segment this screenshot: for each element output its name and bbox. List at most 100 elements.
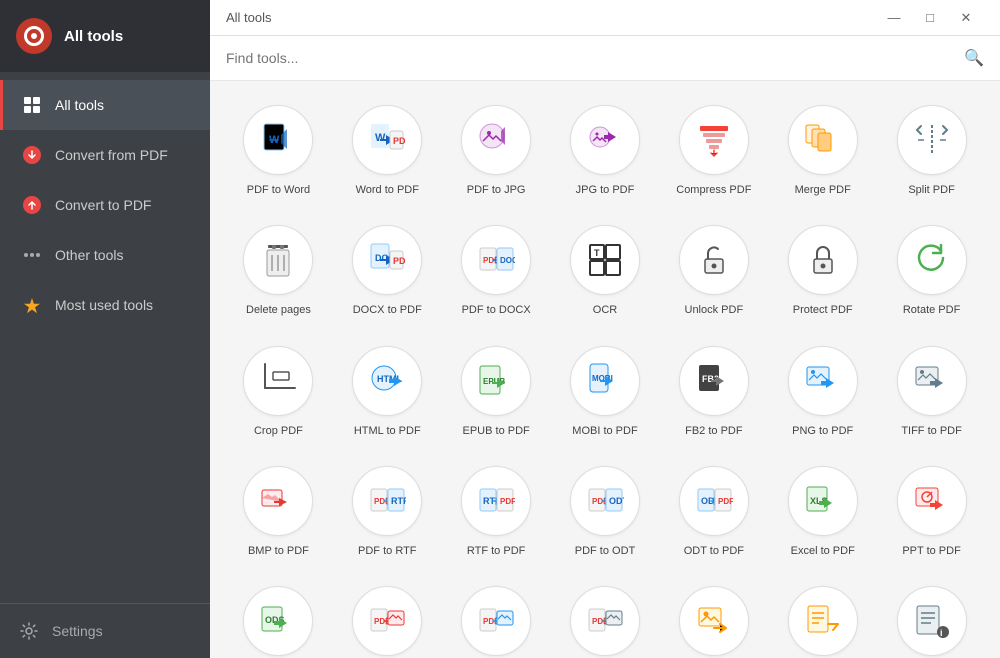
tool-icon-html-to-pdf: HTML <box>352 346 422 416</box>
maximize-button[interactable]: □ <box>912 0 948 36</box>
sidebar-item-most-used-tools[interactable]: Most used tools <box>0 280 210 330</box>
search-icon: 🔍 <box>964 48 984 68</box>
tool-icon-edit-metadata: i <box>897 586 967 656</box>
tools-grid: W PDF to Word WPDF Word to PDF PDF to JP… <box>210 81 1000 658</box>
search-input[interactable] <box>226 50 964 66</box>
tool-label-protect-pdf: Protect PDF <box>793 303 853 317</box>
tool-label-unlock-pdf: Unlock PDF <box>685 303 744 317</box>
sidebar-label-convert-from-pdf: Convert from PDF <box>55 147 168 163</box>
tool-icon-delete-pages <box>243 225 313 295</box>
tool-item-fb2-to-pdf[interactable]: FB2 FB2 to PDF <box>665 338 762 446</box>
window-title: All tools <box>226 10 272 25</box>
tool-item-ods-to-pdf[interactable]: ODS ODS to PDF <box>230 578 327 658</box>
tool-item-png-to-pdf[interactable]: PNG to PDF <box>774 338 871 446</box>
tool-item-rotate-pdf[interactable]: Rotate PDF <box>883 217 980 325</box>
svg-text:ODT: ODT <box>609 496 624 506</box>
tool-item-delete-pages[interactable]: Delete pages <box>230 217 327 325</box>
nav-menu: All tools Convert from PDF Convert to PD… <box>0 72 210 603</box>
sidebar-label-convert-to-pdf: Convert to PDF <box>55 197 151 213</box>
tool-item-crop-pdf[interactable]: Crop PDF <box>230 338 327 446</box>
tool-item-pdf-to-png[interactable]: PDF PDF to PNG <box>448 578 545 658</box>
tool-item-split-pdf[interactable]: Split PDF <box>883 97 980 205</box>
tool-item-odt-to-pdf[interactable]: ODTPDF ODT to PDF <box>665 458 762 566</box>
tool-item-pdf-to-tiff[interactable]: PDF PDF to TIFF <box>557 578 654 658</box>
tool-item-epub-to-pdf[interactable]: EPUB EPUB to PDF <box>448 338 545 446</box>
sidebar-item-convert-to-pdf[interactable]: Convert to PDF <box>0 180 210 230</box>
tool-item-edit-metadata[interactable]: i Edit metadata <box>883 578 980 658</box>
tool-item-pdf-to-odt[interactable]: PDFODT PDF to ODT <box>557 458 654 566</box>
tool-item-html-to-pdf[interactable]: HTML HTML to PDF <box>339 338 436 446</box>
svg-text:W: W <box>375 132 386 144</box>
tool-item-extract-images[interactable]: Extract images <box>665 578 762 658</box>
tool-label-odt-to-pdf: ODT to PDF <box>684 544 744 558</box>
tool-label-ocr: OCR <box>593 303 617 317</box>
sidebar: All tools All tools Conver <box>0 0 210 658</box>
tool-item-mobi-to-pdf[interactable]: MOBI MOBI to PDF <box>557 338 654 446</box>
titlebar: All tools — □ ✕ <box>210 0 1000 36</box>
sidebar-label-all-tools: All tools <box>55 97 104 113</box>
settings-button[interactable]: Settings <box>0 603 210 658</box>
sidebar-label-other-tools: Other tools <box>55 247 123 263</box>
tool-icon-extract-images <box>679 586 749 656</box>
tool-item-jpg-to-pdf[interactable]: JPG to PDF <box>557 97 654 205</box>
tool-label-merge-pdf: Merge PDF <box>795 183 851 197</box>
svg-text:PDF: PDF <box>718 497 733 506</box>
tool-item-docx-to-pdf[interactable]: DOCXPDF DOCX to PDF <box>339 217 436 325</box>
window-controls: — □ ✕ <box>876 0 984 36</box>
tool-item-pdf-to-bmp[interactable]: PDF PDF to BMP <box>339 578 436 658</box>
tool-icon-pdf-to-bmp: PDF <box>352 586 422 656</box>
tool-icon-png-to-pdf <box>788 346 858 416</box>
tool-label-ppt-to-pdf: PPT to PDF <box>902 544 960 558</box>
tool-label-word-to-pdf: Word to PDF <box>356 183 419 197</box>
sidebar-label-most-used-tools: Most used tools <box>55 297 153 313</box>
tool-item-unlock-pdf[interactable]: Unlock PDF <box>665 217 762 325</box>
tool-label-compress-pdf: Compress PDF <box>676 183 751 197</box>
tool-icon-bmp-to-pdf <box>243 466 313 536</box>
tool-item-word-to-pdf[interactable]: WPDF Word to PDF <box>339 97 436 205</box>
dots-icon <box>21 244 43 266</box>
tool-item-excel-to-pdf[interactable]: XLS Excel to PDF <box>774 458 871 566</box>
app-logo-area: All tools <box>0 0 210 72</box>
tool-label-pdf-to-odt: PDF to ODT <box>575 544 636 558</box>
svg-text:T: T <box>594 248 600 258</box>
tool-label-bmp-to-pdf: BMP to PDF <box>248 544 309 558</box>
close-button[interactable]: ✕ <box>948 0 984 36</box>
tool-item-ocr[interactable]: T OCR <box>557 217 654 325</box>
tool-icon-fb2-to-pdf: FB2 <box>679 346 749 416</box>
tool-item-extract-text[interactable]: Extract text <box>774 578 871 658</box>
tool-icon-word-to-pdf: WPDF <box>352 105 422 175</box>
minimize-button[interactable]: — <box>876 0 912 36</box>
tool-icon-ppt-to-pdf <box>897 466 967 536</box>
tool-item-merge-pdf[interactable]: Merge PDF <box>774 97 871 205</box>
tool-item-pdf-to-jpg[interactable]: PDF to JPG <box>448 97 545 205</box>
tool-item-protect-pdf[interactable]: Protect PDF <box>774 217 871 325</box>
tool-icon-compress-pdf <box>679 105 749 175</box>
svg-text:DOCX: DOCX <box>500 256 515 265</box>
tool-icon-pdf-to-png: PDF <box>461 586 531 656</box>
tool-item-rtf-to-pdf[interactable]: RTFPDF RTF to PDF <box>448 458 545 566</box>
tool-item-pdf-to-word[interactable]: W PDF to Word <box>230 97 327 205</box>
tool-item-pdf-to-rtf[interactable]: PDFRTF PDF to RTF <box>339 458 436 566</box>
tool-item-ppt-to-pdf[interactable]: PPT to PDF <box>883 458 980 566</box>
tool-label-pdf-to-docx: PDF to DOCX <box>462 303 531 317</box>
tool-icon-ods-to-pdf: ODS <box>243 586 313 656</box>
tool-item-pdf-to-docx[interactable]: PDFDOCX PDF to DOCX <box>448 217 545 325</box>
sidebar-item-other-tools[interactable]: Other tools <box>0 230 210 280</box>
tool-icon-tiff-to-pdf <box>897 346 967 416</box>
tool-icon-docx-to-pdf: DOCXPDF <box>352 225 422 295</box>
tool-label-crop-pdf: Crop PDF <box>254 424 303 438</box>
sidebar-item-all-tools[interactable]: All tools <box>0 80 210 130</box>
star-icon <box>21 294 43 316</box>
search-bar: 🔍 <box>210 36 1000 81</box>
tool-item-bmp-to-pdf[interactable]: BMP to PDF <box>230 458 327 566</box>
download-icon <box>21 144 43 166</box>
tool-item-compress-pdf[interactable]: Compress PDF <box>665 97 762 205</box>
tool-icon-pdf-to-jpg <box>461 105 531 175</box>
tool-label-png-to-pdf: PNG to PDF <box>792 424 853 438</box>
app-name: All tools <box>64 28 123 45</box>
sidebar-item-convert-from-pdf[interactable]: Convert from PDF <box>0 130 210 180</box>
svg-text:PDF: PDF <box>500 497 515 506</box>
tool-item-tiff-to-pdf[interactable]: TIFF to PDF <box>883 338 980 446</box>
tool-icon-extract-text <box>788 586 858 656</box>
tool-label-jpg-to-pdf: JPG to PDF <box>576 183 635 197</box>
